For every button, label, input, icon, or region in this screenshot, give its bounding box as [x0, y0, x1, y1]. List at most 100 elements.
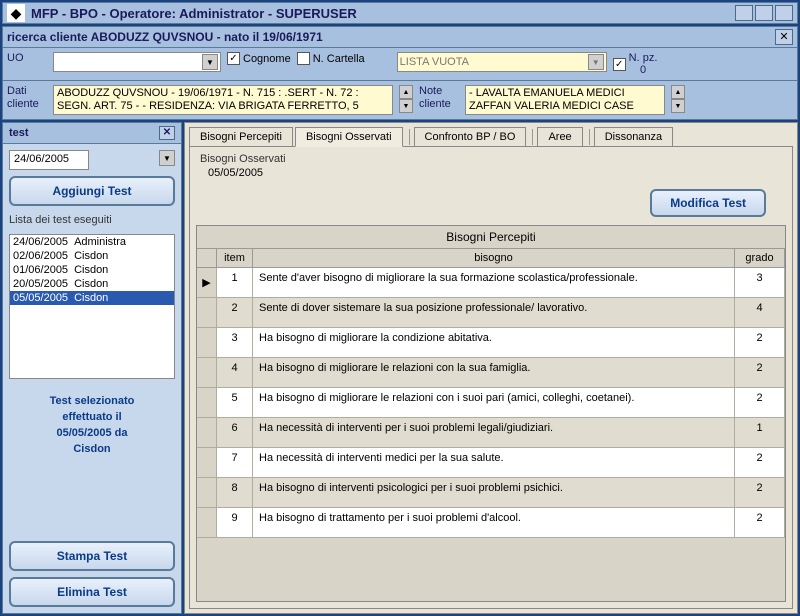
- uo-dropdown[interactable]: ▼: [53, 52, 221, 72]
- modify-test-button[interactable]: Modifica Test: [650, 189, 766, 217]
- row-marker: [197, 478, 217, 507]
- cell-item: 2: [217, 298, 253, 327]
- cell-item: 4: [217, 358, 253, 387]
- row-marker: [197, 448, 217, 477]
- cell-bisogno: Ha necessità di interventi medici per la…: [253, 448, 735, 477]
- scroll-up-icon[interactable]: ▲: [399, 85, 413, 99]
- table-row[interactable]: 6Ha necessità di interventi per i suoi p…: [197, 418, 785, 448]
- chevron-down-icon[interactable]: ▼: [588, 54, 604, 70]
- table-header: item bisogno grado: [197, 249, 785, 268]
- cell-grado: 1: [735, 418, 785, 447]
- fieldset-title: Bisogni Osservati: [196, 153, 786, 167]
- note-cliente-box: - LAVALTA EMANUELA MEDICI ZAFFAN VALERIA…: [465, 85, 665, 115]
- cell-bisogno: Ha bisogno di migliorare le relazioni co…: [253, 388, 735, 417]
- cell-item: 8: [217, 478, 253, 507]
- needs-table: Bisogni Percepiti item bisogno grado ▶1S…: [196, 225, 786, 602]
- dati-scroll[interactable]: ▲ ▼: [399, 85, 413, 113]
- tab-bisogni-osservati[interactable]: Bisogni Osservati: [295, 127, 403, 147]
- tab-bisogni-percepiti[interactable]: Bisogni Percepiti: [189, 127, 293, 147]
- tab-dissonanza[interactable]: Dissonanza: [594, 127, 673, 147]
- tab-aree[interactable]: Aree: [537, 127, 582, 147]
- npz-checkbox-wrap[interactable]: ✓ N. pz. 0: [613, 52, 658, 76]
- tab-confronto[interactable]: Confronto BP / BO: [414, 127, 527, 147]
- fieldset-date: 05/05/2005: [196, 167, 786, 185]
- row-marker: [197, 298, 217, 327]
- row-marker: ▶: [197, 268, 217, 297]
- cell-item: 1: [217, 268, 253, 297]
- note-line1: - LAVALTA EMANUELA MEDICI: [469, 87, 625, 99]
- col-item: item: [217, 249, 253, 267]
- search-close-button[interactable]: ✕: [775, 29, 793, 45]
- npz-checkbox[interactable]: ✓: [613, 58, 626, 71]
- row-marker: [197, 508, 217, 537]
- tab-strip: Bisogni Percepiti Bisogni Osservati Conf…: [185, 123, 797, 147]
- test-row[interactable]: 01/06/2005Cisdon: [10, 263, 174, 277]
- delete-test-button[interactable]: Elimina Test: [9, 577, 175, 607]
- table-row[interactable]: 7Ha necessità di interventi medici per l…: [197, 448, 785, 478]
- scroll-up-icon[interactable]: ▲: [671, 85, 685, 99]
- maximize-button[interactable]: [755, 5, 773, 21]
- cell-grado: 2: [735, 508, 785, 537]
- cell-grado: 2: [735, 388, 785, 417]
- sidebar-title: test: [9, 127, 29, 139]
- table-row[interactable]: 8Ha bisogno di interventi psicologici pe…: [197, 478, 785, 508]
- test-date-input[interactable]: 24/06/2005: [9, 150, 89, 170]
- add-test-button[interactable]: Aggiungi Test: [9, 176, 175, 206]
- cognome-checkbox-wrap[interactable]: ✓ Cognome: [227, 52, 291, 65]
- test-list-label: Lista dei test eseguiti: [9, 212, 175, 228]
- test-row[interactable]: 02/06/2005Cisdon: [10, 249, 174, 263]
- cell-bisogno: Sente di dover sistemare la sua posizion…: [253, 298, 735, 327]
- npz-label: N. pz.: [629, 52, 658, 64]
- sidebar-header: test ✕: [3, 123, 181, 144]
- chevron-down-icon[interactable]: ▼: [159, 150, 175, 166]
- selected-test-info: Test selezionato effettuato il 05/05/200…: [9, 385, 175, 465]
- app-icon: ◆: [7, 4, 25, 22]
- cognome-checkbox[interactable]: ✓: [227, 52, 240, 65]
- cell-grado: 2: [735, 448, 785, 477]
- npz-value: 0: [640, 64, 646, 76]
- print-test-button[interactable]: Stampa Test: [9, 541, 175, 571]
- col-bisogno: bisogno: [253, 249, 735, 267]
- row-marker: [197, 418, 217, 447]
- table-body: ▶1Sente d'aver bisogno di migliorare la …: [197, 268, 785, 601]
- row-marker: [197, 388, 217, 417]
- sidebar-close-button[interactable]: ✕: [159, 126, 175, 140]
- cell-grado: 2: [735, 478, 785, 507]
- cell-item: 3: [217, 328, 253, 357]
- table-row[interactable]: 5Ha bisogno di migliorare le relazioni c…: [197, 388, 785, 418]
- filter-row: UO ▼ ✓ Cognome N. Cartella LISTA VUOTA ▼…: [2, 48, 798, 81]
- cartella-checkbox[interactable]: [297, 52, 310, 65]
- close-button[interactable]: [775, 5, 793, 21]
- test-row[interactable]: 20/05/2005Cisdon: [10, 277, 174, 291]
- test-list[interactable]: 24/06/2005Administra 02/06/2005Cisdon 01…: [9, 234, 175, 379]
- table-title: Bisogni Percepiti: [197, 226, 785, 249]
- table-row[interactable]: 2Sente di dover sistemare la sua posizio…: [197, 298, 785, 328]
- note-scroll[interactable]: ▲ ▼: [671, 85, 685, 113]
- test-row[interactable]: 05/05/2005Cisdon: [10, 291, 174, 305]
- table-row[interactable]: 9Ha bisogno di trattamento per i suoi pr…: [197, 508, 785, 538]
- scroll-down-icon[interactable]: ▼: [399, 99, 413, 113]
- chevron-down-icon[interactable]: ▼: [202, 54, 218, 70]
- note-line2: ZAFFAN VALERIA MEDICI CASE: [469, 100, 634, 112]
- dati-line1: ABODUZZ QUVSNOU - 19/06/1971 - N. 715 : …: [57, 87, 359, 99]
- test-row[interactable]: 24/06/2005Administra: [10, 235, 174, 249]
- table-row[interactable]: ▶1Sente d'aver bisogno di migliorare la …: [197, 268, 785, 298]
- note-cliente-label: Notecliente: [419, 85, 459, 111]
- cell-item: 9: [217, 508, 253, 537]
- search-header: ricerca cliente ABODUZZ QUVSNOU - nato i…: [2, 26, 798, 48]
- lista-dropdown[interactable]: LISTA VUOTA ▼: [397, 52, 607, 72]
- table-row[interactable]: 3Ha bisogno di migliorare la condizione …: [197, 328, 785, 358]
- cell-item: 5: [217, 388, 253, 417]
- cell-bisogno: Ha necessità di interventi per i suoi pr…: [253, 418, 735, 447]
- cell-item: 6: [217, 418, 253, 447]
- cell-bisogno: Ha bisogno di trattamento per i suoi pro…: [253, 508, 735, 537]
- minimize-button[interactable]: [735, 5, 753, 21]
- client-data-row: Daticliente ABODUZZ QUVSNOU - 19/06/1971…: [2, 81, 798, 120]
- main-content: Bisogni Percepiti Bisogni Osservati Conf…: [184, 122, 798, 614]
- uo-label: UO: [7, 52, 47, 65]
- cell-bisogno: Ha bisogno di interventi psicologici per…: [253, 478, 735, 507]
- cartella-checkbox-wrap[interactable]: N. Cartella: [297, 52, 365, 65]
- cell-grado: 2: [735, 358, 785, 387]
- table-row[interactable]: 4Ha bisogno di migliorare le relazioni c…: [197, 358, 785, 388]
- scroll-down-icon[interactable]: ▼: [671, 99, 685, 113]
